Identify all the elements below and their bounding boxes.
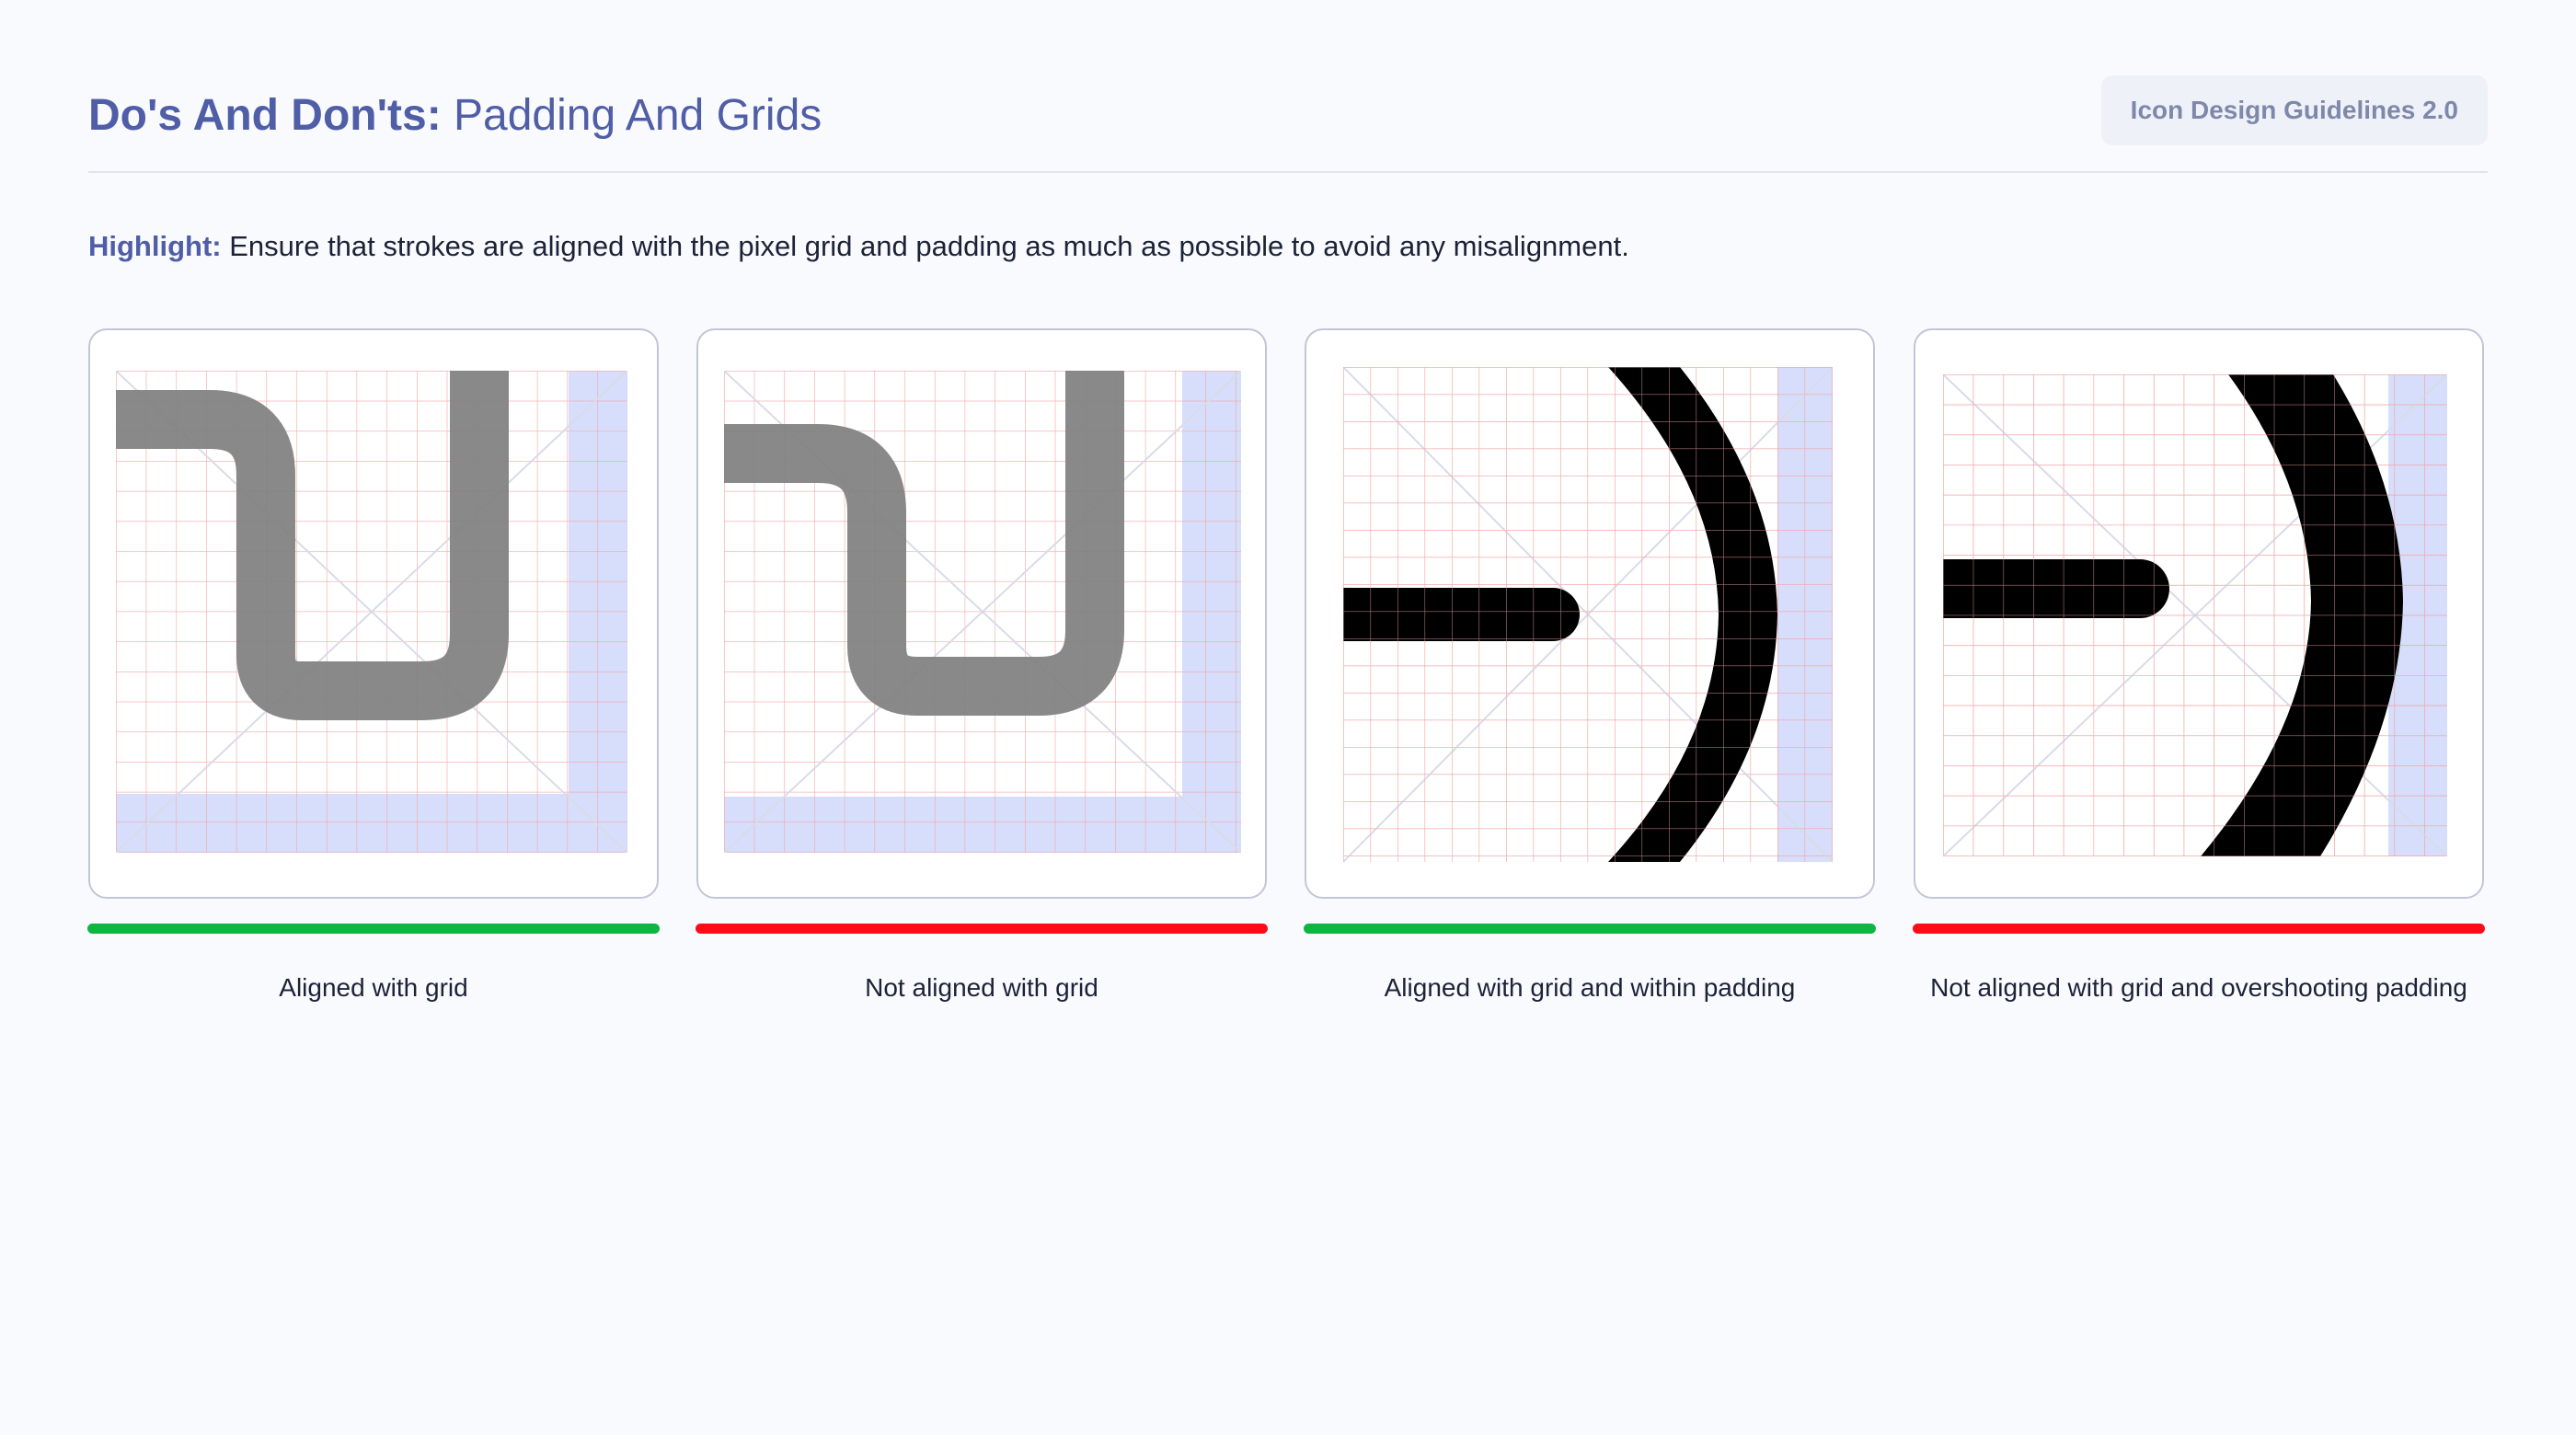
page-title-bold: Do's And Don'ts: bbox=[88, 91, 442, 140]
status-bar-bad bbox=[696, 924, 1268, 934]
arc-stroke-icon bbox=[1943, 374, 2447, 856]
highlight-label: Highlight: bbox=[88, 230, 222, 262]
example-caption: Not aligned with grid bbox=[865, 973, 1098, 1002]
page-title-rest: Padding And Grids bbox=[441, 91, 822, 140]
status-bar-good bbox=[1304, 924, 1876, 934]
hook-stroke-icon bbox=[116, 371, 627, 853]
status-bar-good bbox=[87, 924, 660, 934]
example-card-aligned bbox=[88, 328, 659, 899]
arc-stroke-icon bbox=[1343, 367, 1833, 862]
example-card-not-aligned bbox=[696, 328, 1267, 899]
example-caption: Not aligned with grid and overshooting p… bbox=[1930, 973, 2467, 1002]
highlight-note: Highlight: Ensure that strokes are align… bbox=[88, 230, 1629, 263]
example-card-overshooting-padding bbox=[1914, 328, 2484, 899]
example-caption: Aligned with grid and within padding bbox=[1384, 973, 1796, 1002]
page-header: Do's And Don'ts: Padding And Grids Icon … bbox=[88, 74, 2488, 173]
guidelines-badge: Icon Design Guidelines 2.0 bbox=[2100, 75, 2488, 145]
example-card-within-padding bbox=[1305, 328, 1875, 899]
hook-stroke-icon bbox=[724, 371, 1241, 853]
highlight-text: Ensure that strokes are aligned with the… bbox=[221, 230, 1629, 262]
example-caption: Aligned with grid bbox=[279, 973, 468, 1002]
status-bar-bad bbox=[1913, 924, 2485, 934]
page-title: Do's And Don'ts: Padding And Grids bbox=[88, 90, 822, 141]
